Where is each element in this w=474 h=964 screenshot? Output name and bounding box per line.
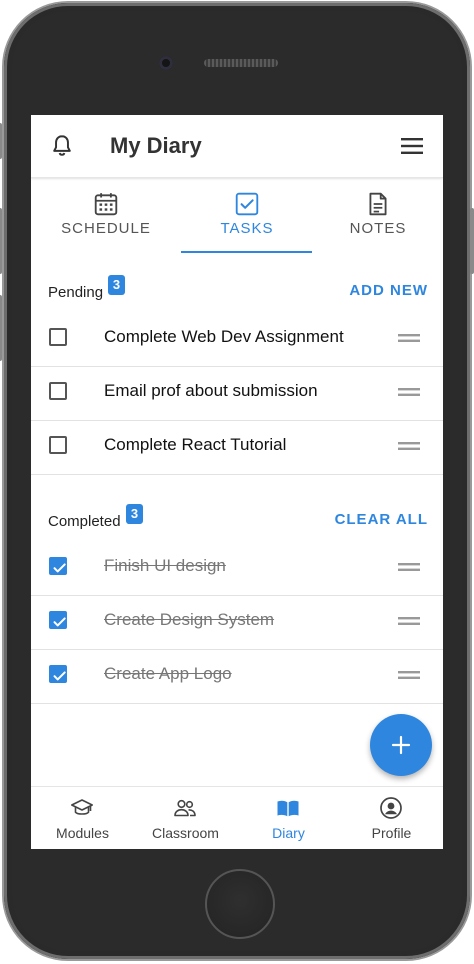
tab-bar: SCHEDULE TASKS NOTES bbox=[31, 178, 443, 255]
calendar-icon bbox=[94, 193, 118, 216]
bell-icon[interactable] bbox=[49, 133, 75, 159]
clear-all-button[interactable]: CLEAR ALL bbox=[335, 511, 428, 528]
nav-diary[interactable]: Diary bbox=[237, 787, 340, 849]
tab-tasks-label: TASKS bbox=[220, 220, 274, 237]
plus-icon bbox=[391, 735, 411, 755]
volume-down-button bbox=[0, 295, 2, 361]
task-row: Complete React Tutorial bbox=[31, 420, 443, 475]
task-row: Complete Web Dev Assignment bbox=[31, 312, 443, 367]
task-text: Create Design System bbox=[104, 610, 275, 629]
task-checkbox[interactable] bbox=[49, 382, 67, 400]
user-circle-icon bbox=[380, 797, 402, 819]
drag-handle-icon[interactable] bbox=[398, 386, 420, 398]
task-checkbox-checked[interactable] bbox=[49, 665, 67, 683]
task-checkbox[interactable] bbox=[49, 436, 67, 454]
front-camera bbox=[159, 56, 173, 70]
home-button[interactable] bbox=[205, 869, 275, 939]
completed-label: Completed bbox=[48, 513, 121, 530]
people-icon bbox=[174, 799, 196, 817]
add-new-button[interactable]: ADD NEW bbox=[349, 282, 428, 299]
graduation-cap-icon bbox=[71, 799, 93, 815]
nav-profile-label: Profile bbox=[371, 825, 412, 841]
tab-notes-label: NOTES bbox=[349, 220, 407, 237]
task-checkbox-checked[interactable] bbox=[49, 611, 67, 629]
add-task-fab[interactable] bbox=[370, 714, 432, 776]
checkmark-icon bbox=[53, 617, 66, 627]
nav-diary-label: Diary bbox=[272, 825, 305, 841]
task-row: Email prof about submission bbox=[31, 366, 443, 421]
volume-up-button bbox=[0, 208, 2, 274]
drag-handle-icon[interactable] bbox=[398, 669, 420, 681]
app-title: My Diary bbox=[110, 133, 202, 158]
nav-profile[interactable]: Profile bbox=[340, 787, 443, 849]
pending-count-badge: 3 bbox=[108, 275, 125, 295]
bottom-navigation: Modules Classroom Diary Profile bbox=[31, 786, 443, 849]
pending-header: Pending 3 ADD NEW bbox=[48, 275, 428, 305]
tab-tasks[interactable]: TASKS bbox=[186, 178, 308, 255]
completed-count-badge: 3 bbox=[126, 504, 143, 524]
task-text: Create App Logo bbox=[104, 664, 232, 683]
hamburger-menu-icon[interactable] bbox=[401, 137, 423, 155]
app-screen: My Diary SCHEDULE TASKS NOTES Pending 3 … bbox=[31, 115, 443, 849]
task-text: Complete React Tutorial bbox=[104, 435, 287, 454]
nav-classroom-label: Classroom bbox=[152, 825, 219, 841]
tab-notes[interactable]: NOTES bbox=[317, 178, 439, 255]
checkmark-icon bbox=[53, 671, 66, 681]
nav-modules-label: Modules bbox=[56, 825, 109, 841]
tab-schedule-label: SCHEDULE bbox=[61, 220, 151, 237]
earpiece-speaker bbox=[204, 59, 278, 67]
task-text: Finish UI design bbox=[104, 556, 226, 575]
task-row-completed: Finish UI design bbox=[31, 541, 443, 596]
task-checkbox-checked[interactable] bbox=[49, 557, 67, 575]
book-icon bbox=[277, 800, 299, 817]
active-tab-indicator bbox=[181, 251, 312, 253]
nav-classroom[interactable]: Classroom bbox=[134, 787, 237, 849]
completed-header: Completed 3 CLEAR ALL bbox=[48, 504, 428, 534]
task-text: Complete Web Dev Assignment bbox=[104, 327, 344, 346]
drag-handle-icon[interactable] bbox=[398, 332, 420, 344]
checkmark-icon bbox=[53, 563, 66, 573]
drag-handle-icon[interactable] bbox=[398, 561, 420, 573]
task-text: Email prof about submission bbox=[104, 381, 318, 400]
drag-handle-icon[interactable] bbox=[398, 615, 420, 627]
nav-modules[interactable]: Modules bbox=[31, 787, 134, 849]
document-icon bbox=[369, 192, 387, 216]
power-button bbox=[470, 208, 474, 274]
mute-switch bbox=[0, 123, 2, 159]
app-bar: My Diary bbox=[31, 115, 443, 178]
pending-label: Pending bbox=[48, 284, 104, 301]
drag-handle-icon[interactable] bbox=[398, 440, 420, 452]
tab-schedule[interactable]: SCHEDULE bbox=[45, 178, 167, 255]
task-row-completed: Create App Logo bbox=[31, 649, 443, 704]
task-checkbox[interactable] bbox=[49, 328, 67, 346]
checkbox-icon bbox=[235, 192, 259, 216]
task-row-completed: Create Design System bbox=[31, 595, 443, 650]
